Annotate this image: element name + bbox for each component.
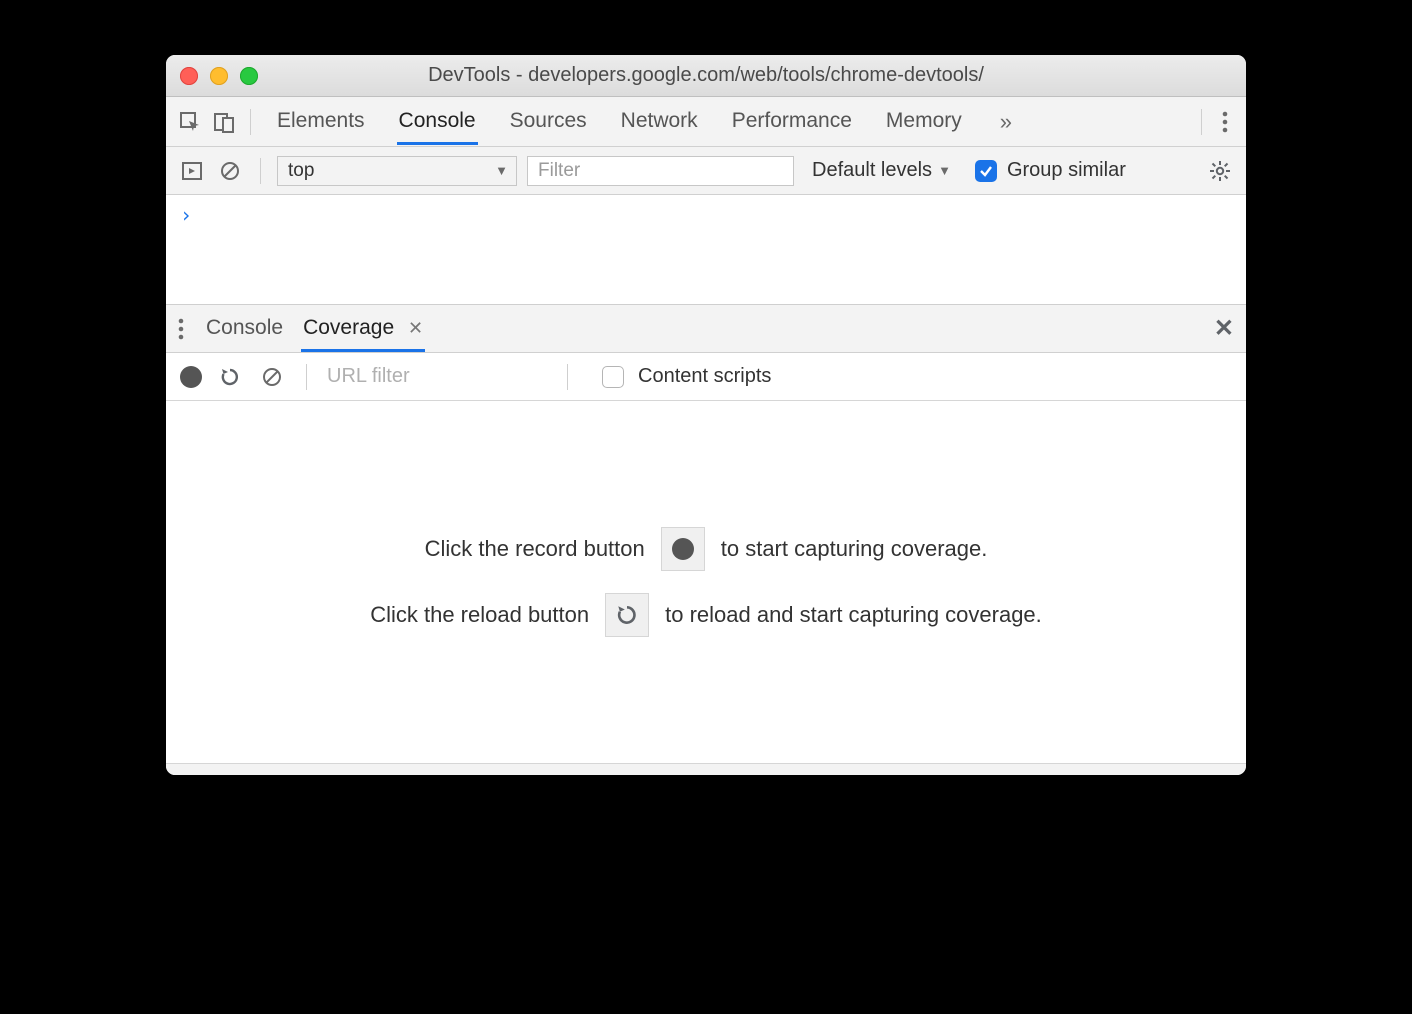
window-footer bbox=[166, 763, 1246, 775]
drawer-tab-coverage[interactable]: Coverage ✕ bbox=[301, 306, 425, 352]
console-body[interactable]: › bbox=[166, 195, 1246, 305]
dropdown-triangle-icon: ▼ bbox=[938, 163, 951, 178]
dropdown-triangle-icon: ▼ bbox=[495, 163, 508, 178]
hint-record-button[interactable] bbox=[661, 527, 705, 571]
coverage-empty-state: Click the record button to start capturi… bbox=[166, 401, 1246, 763]
console-prompt: › bbox=[180, 203, 192, 227]
tabs-overflow-button[interactable]: » bbox=[994, 109, 1018, 135]
minimize-window-button[interactable] bbox=[210, 67, 228, 85]
tab-sources[interactable]: Sources bbox=[508, 99, 589, 145]
hint-reload-post: to reload and start capturing coverage. bbox=[665, 602, 1042, 628]
divider bbox=[1201, 109, 1202, 135]
zoom-window-button[interactable] bbox=[240, 67, 258, 85]
tab-console[interactable]: Console bbox=[397, 99, 478, 145]
log-levels-selector[interactable]: Default levels ▼ bbox=[812, 159, 951, 182]
drawer-menu-button[interactable] bbox=[178, 318, 188, 340]
settings-menu-button[interactable] bbox=[1214, 111, 1236, 133]
context-selector[interactable]: top ▼ bbox=[277, 156, 517, 186]
hint-record: Click the record button to start capturi… bbox=[425, 527, 988, 571]
hint-reload-button[interactable] bbox=[605, 593, 649, 637]
drawer-tab-coverage-label: Coverage bbox=[303, 316, 394, 339]
url-filter-input[interactable] bbox=[327, 361, 547, 392]
main-tabstrip: Elements Console Sources Network Perform… bbox=[166, 97, 1246, 147]
toggle-device-icon[interactable] bbox=[210, 108, 238, 136]
record-button[interactable] bbox=[180, 366, 202, 388]
close-drawer-button[interactable]: ✕ bbox=[1214, 314, 1234, 343]
divider bbox=[250, 109, 251, 135]
console-filter-input[interactable] bbox=[527, 156, 794, 186]
tab-elements[interactable]: Elements bbox=[275, 99, 367, 145]
console-settings-icon[interactable] bbox=[1206, 157, 1234, 185]
tab-performance[interactable]: Performance bbox=[730, 99, 854, 145]
reload-icon bbox=[615, 603, 639, 627]
inspect-element-icon[interactable] bbox=[176, 108, 204, 136]
close-tab-icon[interactable]: ✕ bbox=[408, 318, 423, 338]
drawer-tabstrip: Console Coverage ✕ ✕ bbox=[166, 305, 1246, 353]
log-levels-label: Default levels bbox=[812, 159, 932, 182]
tab-memory[interactable]: Memory bbox=[884, 99, 964, 145]
main-tabs: Elements Console Sources Network Perform… bbox=[275, 99, 1189, 145]
divider bbox=[306, 364, 307, 390]
close-window-button[interactable] bbox=[180, 67, 198, 85]
context-value: top bbox=[288, 160, 314, 182]
group-similar-label: Group similar bbox=[1007, 159, 1126, 182]
tab-network[interactable]: Network bbox=[619, 99, 700, 145]
divider bbox=[260, 158, 261, 184]
group-similar-checkbox[interactable] bbox=[975, 160, 997, 182]
hint-record-post: to start capturing coverage. bbox=[721, 536, 988, 562]
drawer-tab-console[interactable]: Console bbox=[204, 306, 285, 352]
reload-button[interactable] bbox=[216, 363, 244, 391]
toggle-sidebar-icon[interactable] bbox=[178, 157, 206, 185]
devtools-window: DevTools - developers.google.com/web/too… bbox=[166, 55, 1246, 775]
clear-coverage-icon[interactable] bbox=[258, 363, 286, 391]
record-icon bbox=[672, 538, 694, 560]
content-scripts-checkbox[interactable]: ✓ bbox=[602, 366, 624, 388]
hint-reload: Click the reload button to reload and st… bbox=[370, 593, 1042, 637]
divider bbox=[567, 364, 568, 390]
titlebar: DevTools - developers.google.com/web/too… bbox=[166, 55, 1246, 97]
window-title: DevTools - developers.google.com/web/too… bbox=[166, 64, 1246, 87]
hint-record-pre: Click the record button bbox=[425, 536, 645, 562]
console-toolbar: top ▼ Default levels ▼ Group similar bbox=[166, 147, 1246, 195]
coverage-toolbar: ✓ Content scripts bbox=[166, 353, 1246, 401]
hint-reload-pre: Click the reload button bbox=[370, 602, 589, 628]
content-scripts-label: Content scripts bbox=[638, 365, 771, 388]
clear-console-icon[interactable] bbox=[216, 157, 244, 185]
window-controls bbox=[166, 67, 258, 85]
